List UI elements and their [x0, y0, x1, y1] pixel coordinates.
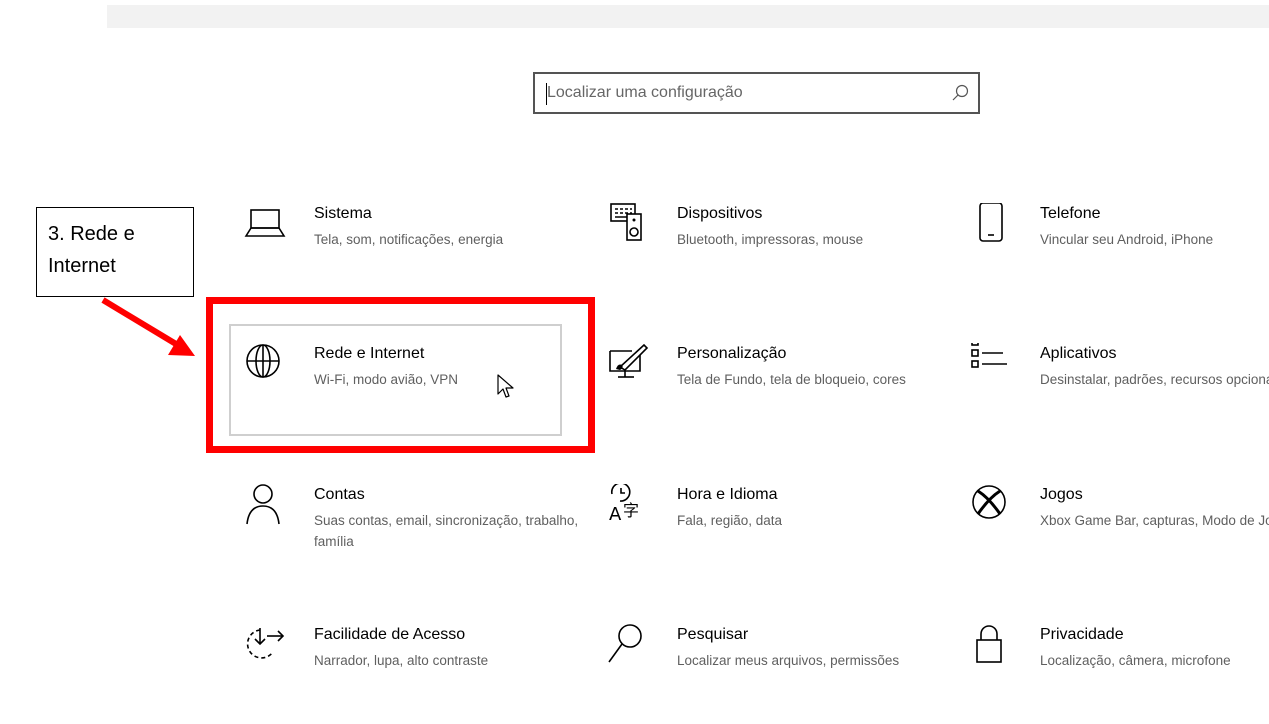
tile-title: Telefone [1040, 205, 1101, 222]
mouse-cursor-icon [497, 374, 514, 398]
tile-privacidade[interactable]: Privacidade Localização, câmera, microfo… [969, 624, 1269, 724]
tile-description: Xbox Game Bar, capturas, Modo de Jogo [1040, 513, 1269, 528]
tile-description: Localização, câmera, microfone [1040, 653, 1231, 668]
tile-hora-e-idioma[interactable]: A字 Hora e Idioma Fala, região, data [606, 484, 936, 584]
tile-description: Bluetooth, impressoras, mouse [677, 232, 864, 247]
tile-description: Vincular seu Android, iPhone [1040, 232, 1214, 247]
keyboard-speaker-icon [606, 203, 650, 247]
text-caret [546, 83, 547, 105]
tile-description: Localizar meus arquivos, permissões [677, 653, 900, 668]
search-icon[interactable] [950, 83, 970, 103]
search-input[interactable] [535, 74, 978, 112]
tile-title: Pesquisar [677, 626, 749, 643]
paint-screen-icon [606, 343, 650, 387]
tile-facilidade-de-acesso[interactable]: Facilidade de Acesso Narrador, lupa, alt… [243, 624, 573, 724]
tile-description: Tela de Fundo, tela de bloqueio, cores [677, 372, 906, 387]
laptop-icon [243, 203, 287, 247]
tile-title: Personalização [677, 345, 787, 362]
tile-description: Fala, região, data [677, 513, 783, 528]
tile-sistema[interactable]: Sistema Tela, som, notificações, energia [243, 203, 573, 303]
person-icon [243, 484, 287, 528]
tile-pesquisar[interactable]: Pesquisar Localizar meus arquivos, permi… [606, 624, 936, 724]
phone-icon [969, 203, 1013, 247]
app-list-icon [969, 343, 1013, 387]
tile-description: Narrador, lupa, alto contraste [314, 653, 489, 668]
xbox-icon [969, 484, 1013, 528]
tile-aplicativos[interactable]: Aplicativos Desinstalar, padrões, recurs… [969, 343, 1269, 443]
svg-text:字: 字 [623, 501, 639, 520]
tile-title: Hora e Idioma [677, 486, 778, 503]
annotation-callout-box: 3. Rede e Internet [36, 207, 194, 297]
tile-contas[interactable]: Contas Suas contas, email, sincronização… [243, 484, 578, 584]
tile-dispositivos[interactable]: Dispositivos Bluetooth, impressoras, mou… [606, 203, 936, 303]
tile-description: Desinstalar, padrões, recursos opcionais [1040, 372, 1269, 387]
tile-title: Facilidade de Acesso [314, 626, 466, 643]
tile-title: Sistema [314, 205, 372, 222]
callout-line-2: Internet [48, 255, 116, 277]
tile-title: Aplicativos [1040, 345, 1117, 362]
tile-title: Contas [314, 486, 365, 503]
tile-telefone[interactable]: Telefone Vincular seu Android, iPhone [969, 203, 1269, 303]
lock-icon [969, 624, 1013, 668]
top-bar [107, 5, 1269, 28]
tile-description: Tela, som, notificações, energia [314, 232, 504, 247]
ease-of-access-icon [243, 624, 287, 668]
tile-personalizacao[interactable]: Personalização Tela de Fundo, tela de bl… [606, 343, 936, 443]
time-language-icon: A字 [606, 484, 650, 528]
tile-jogos[interactable]: Jogos Xbox Game Bar, capturas, Modo de J… [969, 484, 1269, 584]
search-magnifier-icon [606, 624, 650, 668]
callout-line-1: 3. Rede e [48, 223, 135, 245]
tile-title: Jogos [1040, 486, 1083, 503]
tile-title: Privacidade [1040, 626, 1124, 643]
annotation-highlight-rect [206, 297, 595, 453]
search-box[interactable] [533, 72, 980, 114]
tile-title: Dispositivos [677, 205, 763, 222]
svg-text:A: A [609, 504, 622, 525]
tile-description: Suas contas, email, sincronização, traba… [314, 513, 579, 549]
